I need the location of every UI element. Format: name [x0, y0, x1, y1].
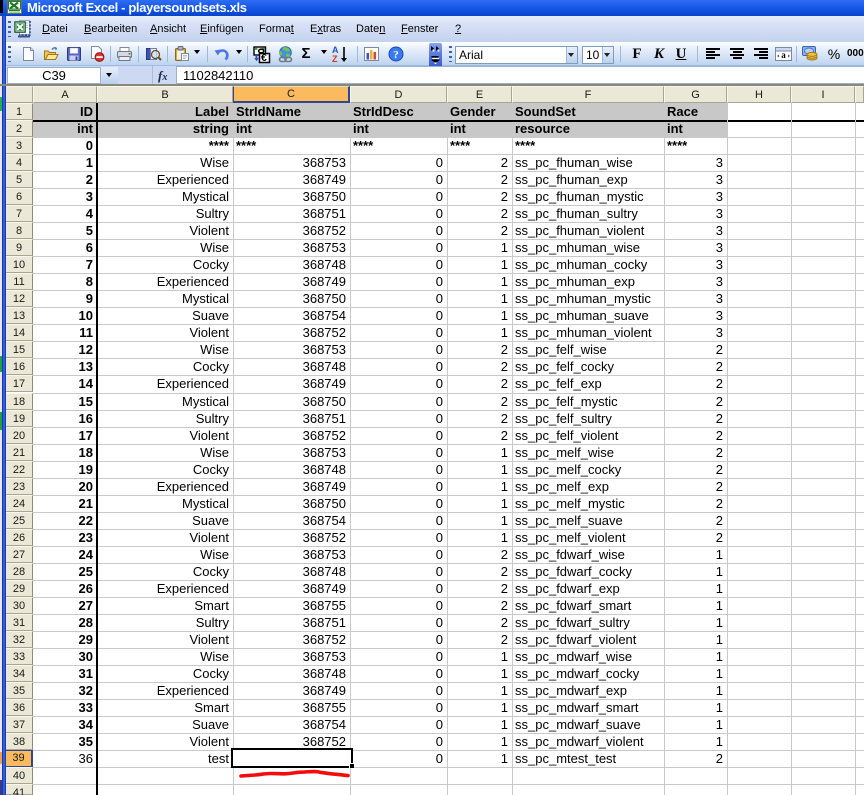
svg-text:Z: Z — [332, 54, 338, 63]
svg-text:€: € — [261, 52, 267, 64]
svg-text:?: ? — [393, 49, 399, 61]
svg-text:a: a — [781, 50, 786, 60]
